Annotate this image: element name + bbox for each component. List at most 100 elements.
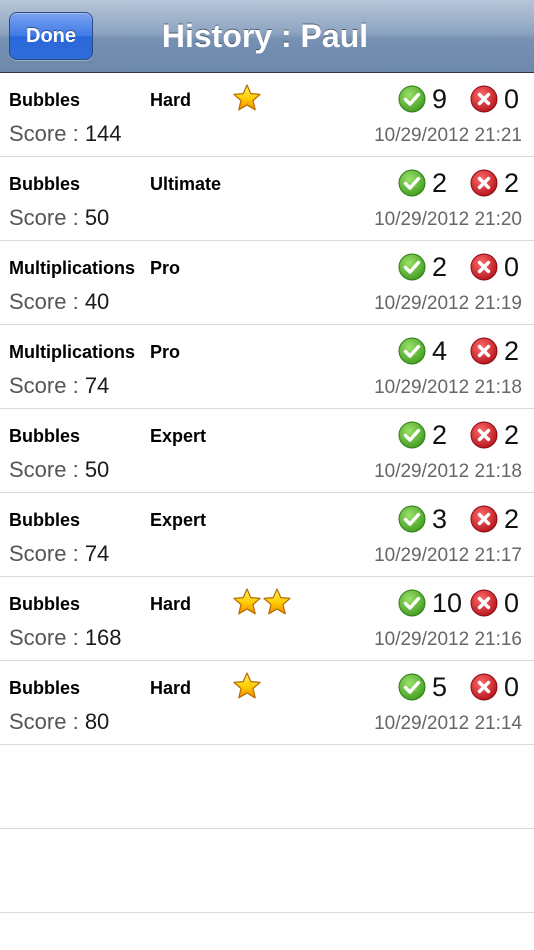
game-name: Bubbles [9,174,81,194]
correct-count: 5 [432,671,448,702]
game-name: Bubbles [9,678,81,698]
table-row[interactable]: Bubbles Ultimate Score : 50 2 2 10/29/2012 21… [0,157,534,241]
difficulty-level: Expert [150,426,207,446]
score-text: Score : 80 [9,709,109,735]
score-text: Score : 168 [9,625,122,651]
score-value: 40 [84,289,110,314]
check-circle-icon [398,253,426,281]
x-circle-icon [470,589,498,617]
score-text: Score : 50 [9,205,109,231]
score-text: Score : 144 [9,121,122,147]
star-icon [262,587,292,619]
difficulty-level: Hard [150,90,192,110]
history-list: Bubbles Hard Score : 144 9 0 10/29/2012 21:21… [0,73,534,913]
correct-count: 2 [432,167,448,198]
game-name: Bubbles [9,510,81,530]
check-circle-icon [398,673,426,701]
timestamp: 10/29/2012 21:20 [374,209,522,230]
timestamp: 10/29/2012 21:14 [374,713,522,734]
check-circle-icon [398,85,426,113]
check-circle-icon [398,421,426,449]
score-prefix: Score : [9,625,85,650]
score-text: Score : 74 [9,541,109,567]
score-prefix: Score : [9,709,85,734]
star-rating [232,83,262,115]
check-circle-icon [398,589,426,617]
table-row[interactable]: Multiplications Pro Score : 74 4 2 10/29/2012… [0,325,534,409]
answer-counts: 22 [398,167,522,199]
score-prefix: Score : [9,205,85,230]
correct-count: 10 [431,587,462,618]
score-prefix: Score : [9,457,85,482]
score-prefix: Score : [9,373,85,398]
x-circle-icon [470,85,498,113]
wrong-count: 2 [504,419,520,450]
correct-count: 2 [432,251,448,282]
timestamp: 10/29/2012 21:17 [374,545,522,566]
answer-counts: 10 0 [398,587,522,619]
x-circle-icon [470,421,498,449]
difficulty-level: Hard [150,678,192,698]
difficulty-level: Pro [150,258,181,278]
score-text: Score : 74 [9,373,109,399]
score-prefix: Score : [9,121,85,146]
empty-row [0,829,534,913]
answer-counts: 20 [398,251,522,283]
answer-counts: 50 [398,671,522,703]
x-circle-icon [470,505,498,533]
table-row[interactable]: Bubbles Expert Score : 74 3 2 10/29/2012 21:1… [0,493,534,577]
score-value: 74 [84,541,110,566]
correct-count: 9 [432,83,448,114]
score-value: 168 [84,625,122,650]
answer-counts: 32 [398,503,522,535]
table-row[interactable]: Multiplications Pro Score : 40 2 0 10/29/2012… [0,241,534,325]
score-text: Score : 40 [9,289,109,315]
star-icon [232,587,262,619]
table-row[interactable]: Bubbles Expert Score : 50 2 2 10/29/2012 21:1… [0,409,534,493]
star-rating [232,587,292,619]
check-circle-icon [398,337,426,365]
x-circle-icon [470,253,498,281]
x-circle-icon [470,673,498,701]
wrong-count: 2 [504,167,520,198]
score-prefix: Score : [9,289,85,314]
x-circle-icon [470,169,498,197]
done-button[interactable]: Done [9,12,93,60]
difficulty-level: Expert [150,510,207,530]
navigation-bar: Done History : Paul [0,0,534,73]
star-rating [232,671,262,703]
game-name: Multiplications [9,258,135,278]
table-row[interactable]: Bubbles Hard Score : 80 5 0 10/29/2012 21:14 [0,661,534,745]
score-value: 80 [84,709,110,734]
correct-count: 3 [432,503,448,534]
answer-counts: 42 [398,335,522,367]
score-value: 50 [84,457,110,482]
score-value: 74 [84,373,110,398]
wrong-count: 0 [504,671,520,702]
star-icon [232,83,262,115]
empty-row [0,745,534,829]
correct-count: 4 [432,335,448,366]
game-name: Bubbles [9,90,81,110]
game-name: Bubbles [9,594,81,614]
table-row[interactable]: Bubbles Hard Score : 144 9 0 10/29/2012 21:21 [0,73,534,157]
game-name: Bubbles [9,426,81,446]
difficulty-level: Hard [150,594,192,614]
wrong-count: 0 [504,587,520,618]
difficulty-level: Ultimate [150,174,222,194]
check-circle-icon [398,169,426,197]
timestamp: 10/29/2012 21:21 [374,125,522,146]
score-value: 50 [84,205,110,230]
timestamp: 10/29/2012 21:18 [374,377,522,398]
timestamp: 10/29/2012 21:18 [374,461,522,482]
score-prefix: Score : [9,541,85,566]
star-icon [232,671,262,703]
correct-count: 2 [432,419,448,450]
score-text: Score : 50 [9,457,109,483]
wrong-count: 0 [504,83,520,114]
difficulty-level: Pro [150,342,181,362]
score-value: 144 [84,121,122,146]
wrong-count: 2 [504,503,520,534]
table-row[interactable]: Bubbles Hard Score : 168 10 0 10/29/2012 21:1… [0,577,534,661]
page-title: History : Paul [161,18,369,54]
